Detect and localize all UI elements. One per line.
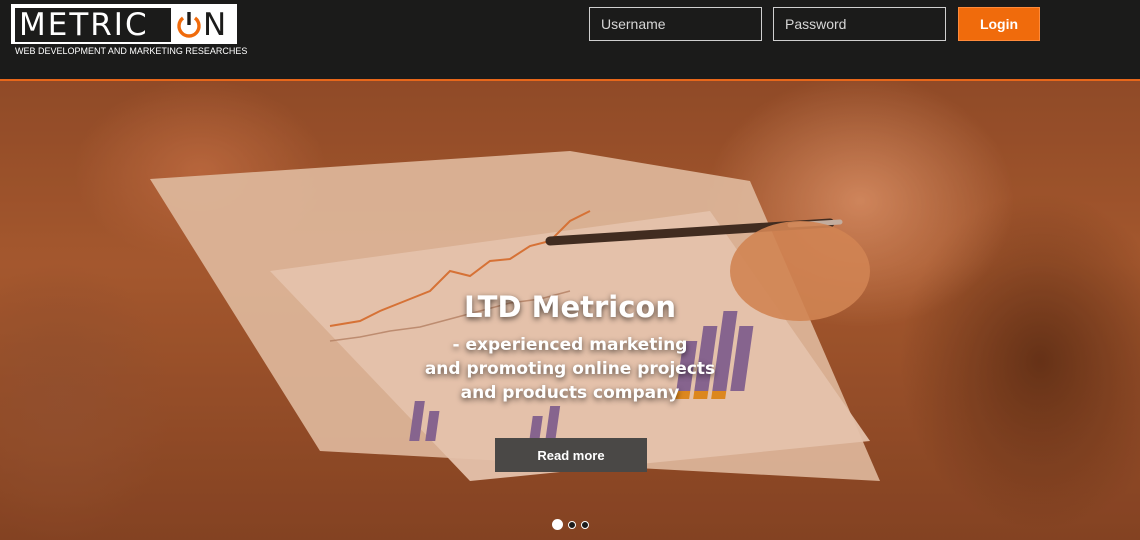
logo-on-letter: N [203, 7, 227, 43]
logo-wordmark: METRIC [15, 8, 171, 42]
hero-subtitle-line: and promoting online projects [424, 359, 716, 379]
hero-title: LTD Metricon [463, 290, 677, 324]
hero-subtitle: - experienced marketing and promoting on… [420, 333, 720, 405]
power-icon [177, 12, 201, 38]
hero-slider: LTD Metricon - experienced marketing and… [0, 81, 1140, 540]
logo-tagline: WEB DEVELOPMENT AND MARKETING RESEARCHES [15, 46, 248, 56]
brand-logo[interactable]: METRIC N WEB DEVELOPMENT AND MARKETING R… [11, 4, 247, 56]
read-more-button[interactable]: Read more [495, 438, 647, 472]
slider-dot-2[interactable] [568, 521, 576, 529]
hero-subtitle-line: and products company [460, 383, 680, 403]
slider-dot-1[interactable] [552, 519, 563, 530]
login-button[interactable]: Login [958, 7, 1040, 41]
slider-dot-3[interactable] [581, 521, 589, 529]
slider-pagination [552, 519, 592, 531]
username-input[interactable] [589, 7, 762, 41]
site-header: METRIC N WEB DEVELOPMENT AND MARKETING R… [0, 0, 1140, 81]
logo-frame: METRIC N [11, 4, 237, 44]
password-input[interactable] [773, 7, 946, 41]
logo-on-block: N [171, 8, 235, 42]
hero-subtitle-line: - experienced marketing [452, 335, 688, 355]
